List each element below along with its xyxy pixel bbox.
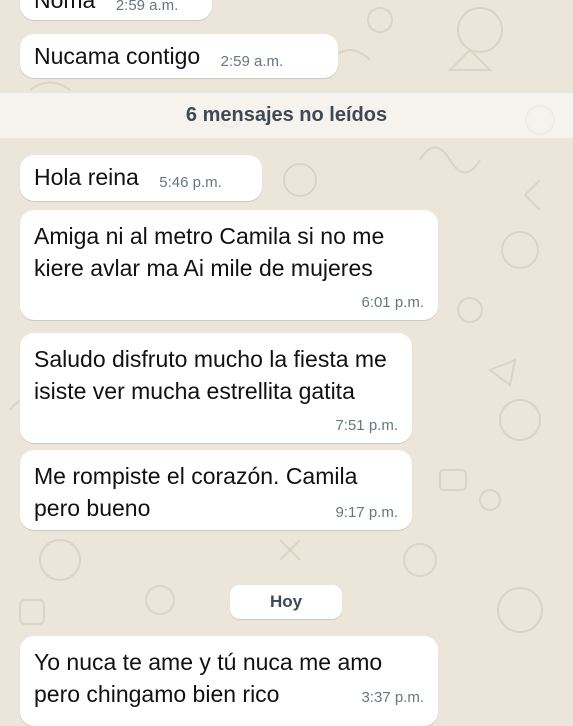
- message-text: Amiga ni al metro Camila si no me kiere …: [34, 223, 385, 281]
- message-text: Me rompiste el corazón. Camila pero buen…: [34, 463, 358, 521]
- message-bubble[interactable]: Noma 2:59 a.m.: [20, 0, 212, 20]
- message-text: Nucama contigo: [34, 43, 201, 69]
- message-timestamp: 7:51 p.m.: [335, 417, 398, 434]
- message-timestamp: 3:37 p.m.: [361, 689, 424, 706]
- message-bubble[interactable]: Nucama contigo 2:59 a.m.: [20, 34, 338, 78]
- message-timestamp: 2:59 a.m.: [115, 0, 179, 14]
- message-timestamp: 6:01 p.m.: [361, 294, 424, 311]
- message-bubble[interactable]: Yo nuca te ame y tú nuca me amo pero chi…: [20, 636, 438, 726]
- message-text: Hola reina: [34, 164, 139, 190]
- message-timestamp: 5:46 p.m.: [159, 174, 222, 191]
- unread-messages-label: 6 mensajes no leídos: [185, 104, 388, 126]
- message-bubble[interactable]: Me rompiste el corazón. Camila pero buen…: [20, 450, 412, 530]
- date-chip: Hoy: [230, 585, 342, 619]
- message-timestamp: 2:59 a.m.: [220, 53, 284, 70]
- message-text: Noma: [34, 0, 96, 13]
- unread-messages-separator: 6 mensajes no leídos: [0, 93, 573, 138]
- message-bubble[interactable]: Saludo disfruto mucho la fiesta me isist…: [20, 333, 412, 443]
- message-timestamp: 9:17 p.m.: [335, 504, 398, 521]
- message-bubble[interactable]: Hola reina 5:46 p.m.: [20, 155, 262, 201]
- message-text: Saludo disfruto mucho la fiesta me isist…: [34, 346, 387, 404]
- message-bubble[interactable]: Amiga ni al metro Camila si no me kiere …: [20, 210, 438, 320]
- date-chip-label: Hoy: [269, 592, 303, 611]
